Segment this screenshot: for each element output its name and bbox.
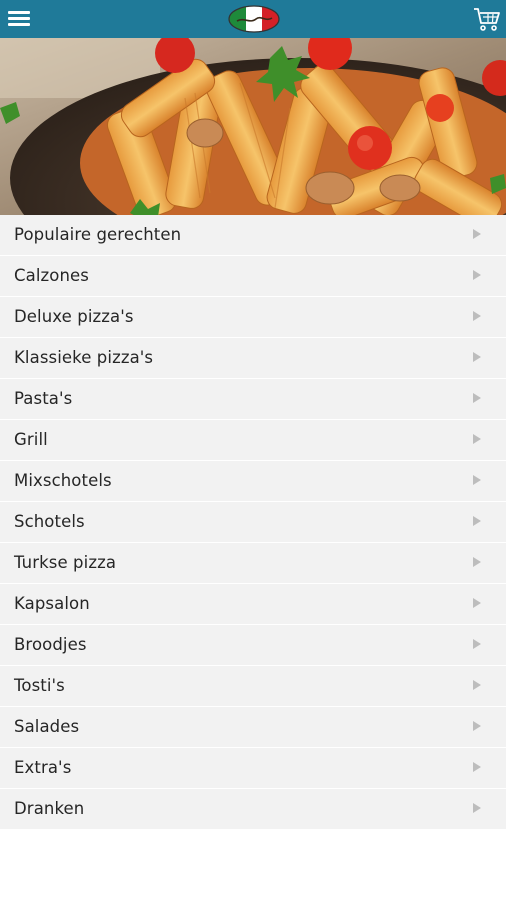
menu-item-extras[interactable]: Extra's: [0, 748, 506, 789]
menu-item-pastas[interactable]: Pasta's: [0, 379, 506, 420]
menu-item-label: Kapsalon: [14, 594, 90, 613]
menu-item-tostis[interactable]: Tosti's: [0, 666, 506, 707]
menu-item-turkse-pizza[interactable]: Turkse pizza: [0, 543, 506, 584]
menu-item-label: Turkse pizza: [14, 553, 117, 572]
hamburger-menu-icon[interactable]: [8, 9, 30, 27]
menu-item-dranken[interactable]: Dranken: [0, 789, 506, 830]
menu-item-label: Pasta's: [14, 389, 73, 408]
chevron-right-icon: [473, 434, 481, 444]
menu-item-label: Extra's: [14, 758, 72, 777]
menu-item-label: Mixschotels: [14, 471, 112, 490]
menu-item-label: Tosti's: [14, 676, 65, 695]
menu-item-mixschotels[interactable]: Mixschotels: [0, 461, 506, 502]
chevron-right-icon: [473, 762, 481, 772]
chevron-right-icon: [473, 680, 481, 690]
menu-item-label: Calzones: [14, 266, 89, 285]
menu-item-populaire-gerechten[interactable]: Populaire gerechten: [0, 215, 506, 256]
chevron-right-icon: [473, 475, 481, 485]
chevron-right-icon: [473, 721, 481, 731]
menu-item-klassieke-pizzas[interactable]: Klassieke pizza's: [0, 338, 506, 379]
menu-item-grill[interactable]: Grill: [0, 420, 506, 461]
menu-item-label: Schotels: [14, 512, 85, 531]
menu-item-schotels[interactable]: Schotels: [0, 502, 506, 543]
chevron-right-icon: [473, 803, 481, 813]
menu-item-calzones[interactable]: Calzones: [0, 256, 506, 297]
chevron-right-icon: [473, 229, 481, 239]
shopping-cart-icon[interactable]: [473, 6, 501, 32]
menu-item-broodjes[interactable]: Broodjes: [0, 625, 506, 666]
menu-item-kapsalon[interactable]: Kapsalon: [0, 584, 506, 625]
hero-pasta-image: [0, 38, 506, 215]
chevron-right-icon: [473, 598, 481, 608]
chevron-right-icon: [473, 557, 481, 567]
app-header: [0, 0, 506, 38]
menu-item-deluxe-pizzas[interactable]: Deluxe pizza's: [0, 297, 506, 338]
restaurant-logo-icon[interactable]: [228, 5, 280, 33]
menu-item-label: Broodjes: [14, 635, 87, 654]
menu-item-label: Dranken: [14, 799, 85, 818]
menu-item-label: Salades: [14, 717, 80, 736]
chevron-right-icon: [473, 311, 481, 321]
chevron-right-icon: [473, 352, 481, 362]
menu-item-label: Klassieke pizza's: [14, 348, 154, 367]
chevron-right-icon: [473, 639, 481, 649]
menu-item-salades[interactable]: Salades: [0, 707, 506, 748]
chevron-right-icon: [473, 516, 481, 526]
chevron-right-icon: [473, 270, 481, 280]
menu-item-label: Grill: [14, 430, 48, 449]
menu-item-label: Populaire gerechten: [14, 225, 182, 244]
category-menu-list: Populaire gerechten Calzones Deluxe pizz…: [0, 215, 506, 830]
menu-item-label: Deluxe pizza's: [14, 307, 134, 326]
chevron-right-icon: [473, 393, 481, 403]
